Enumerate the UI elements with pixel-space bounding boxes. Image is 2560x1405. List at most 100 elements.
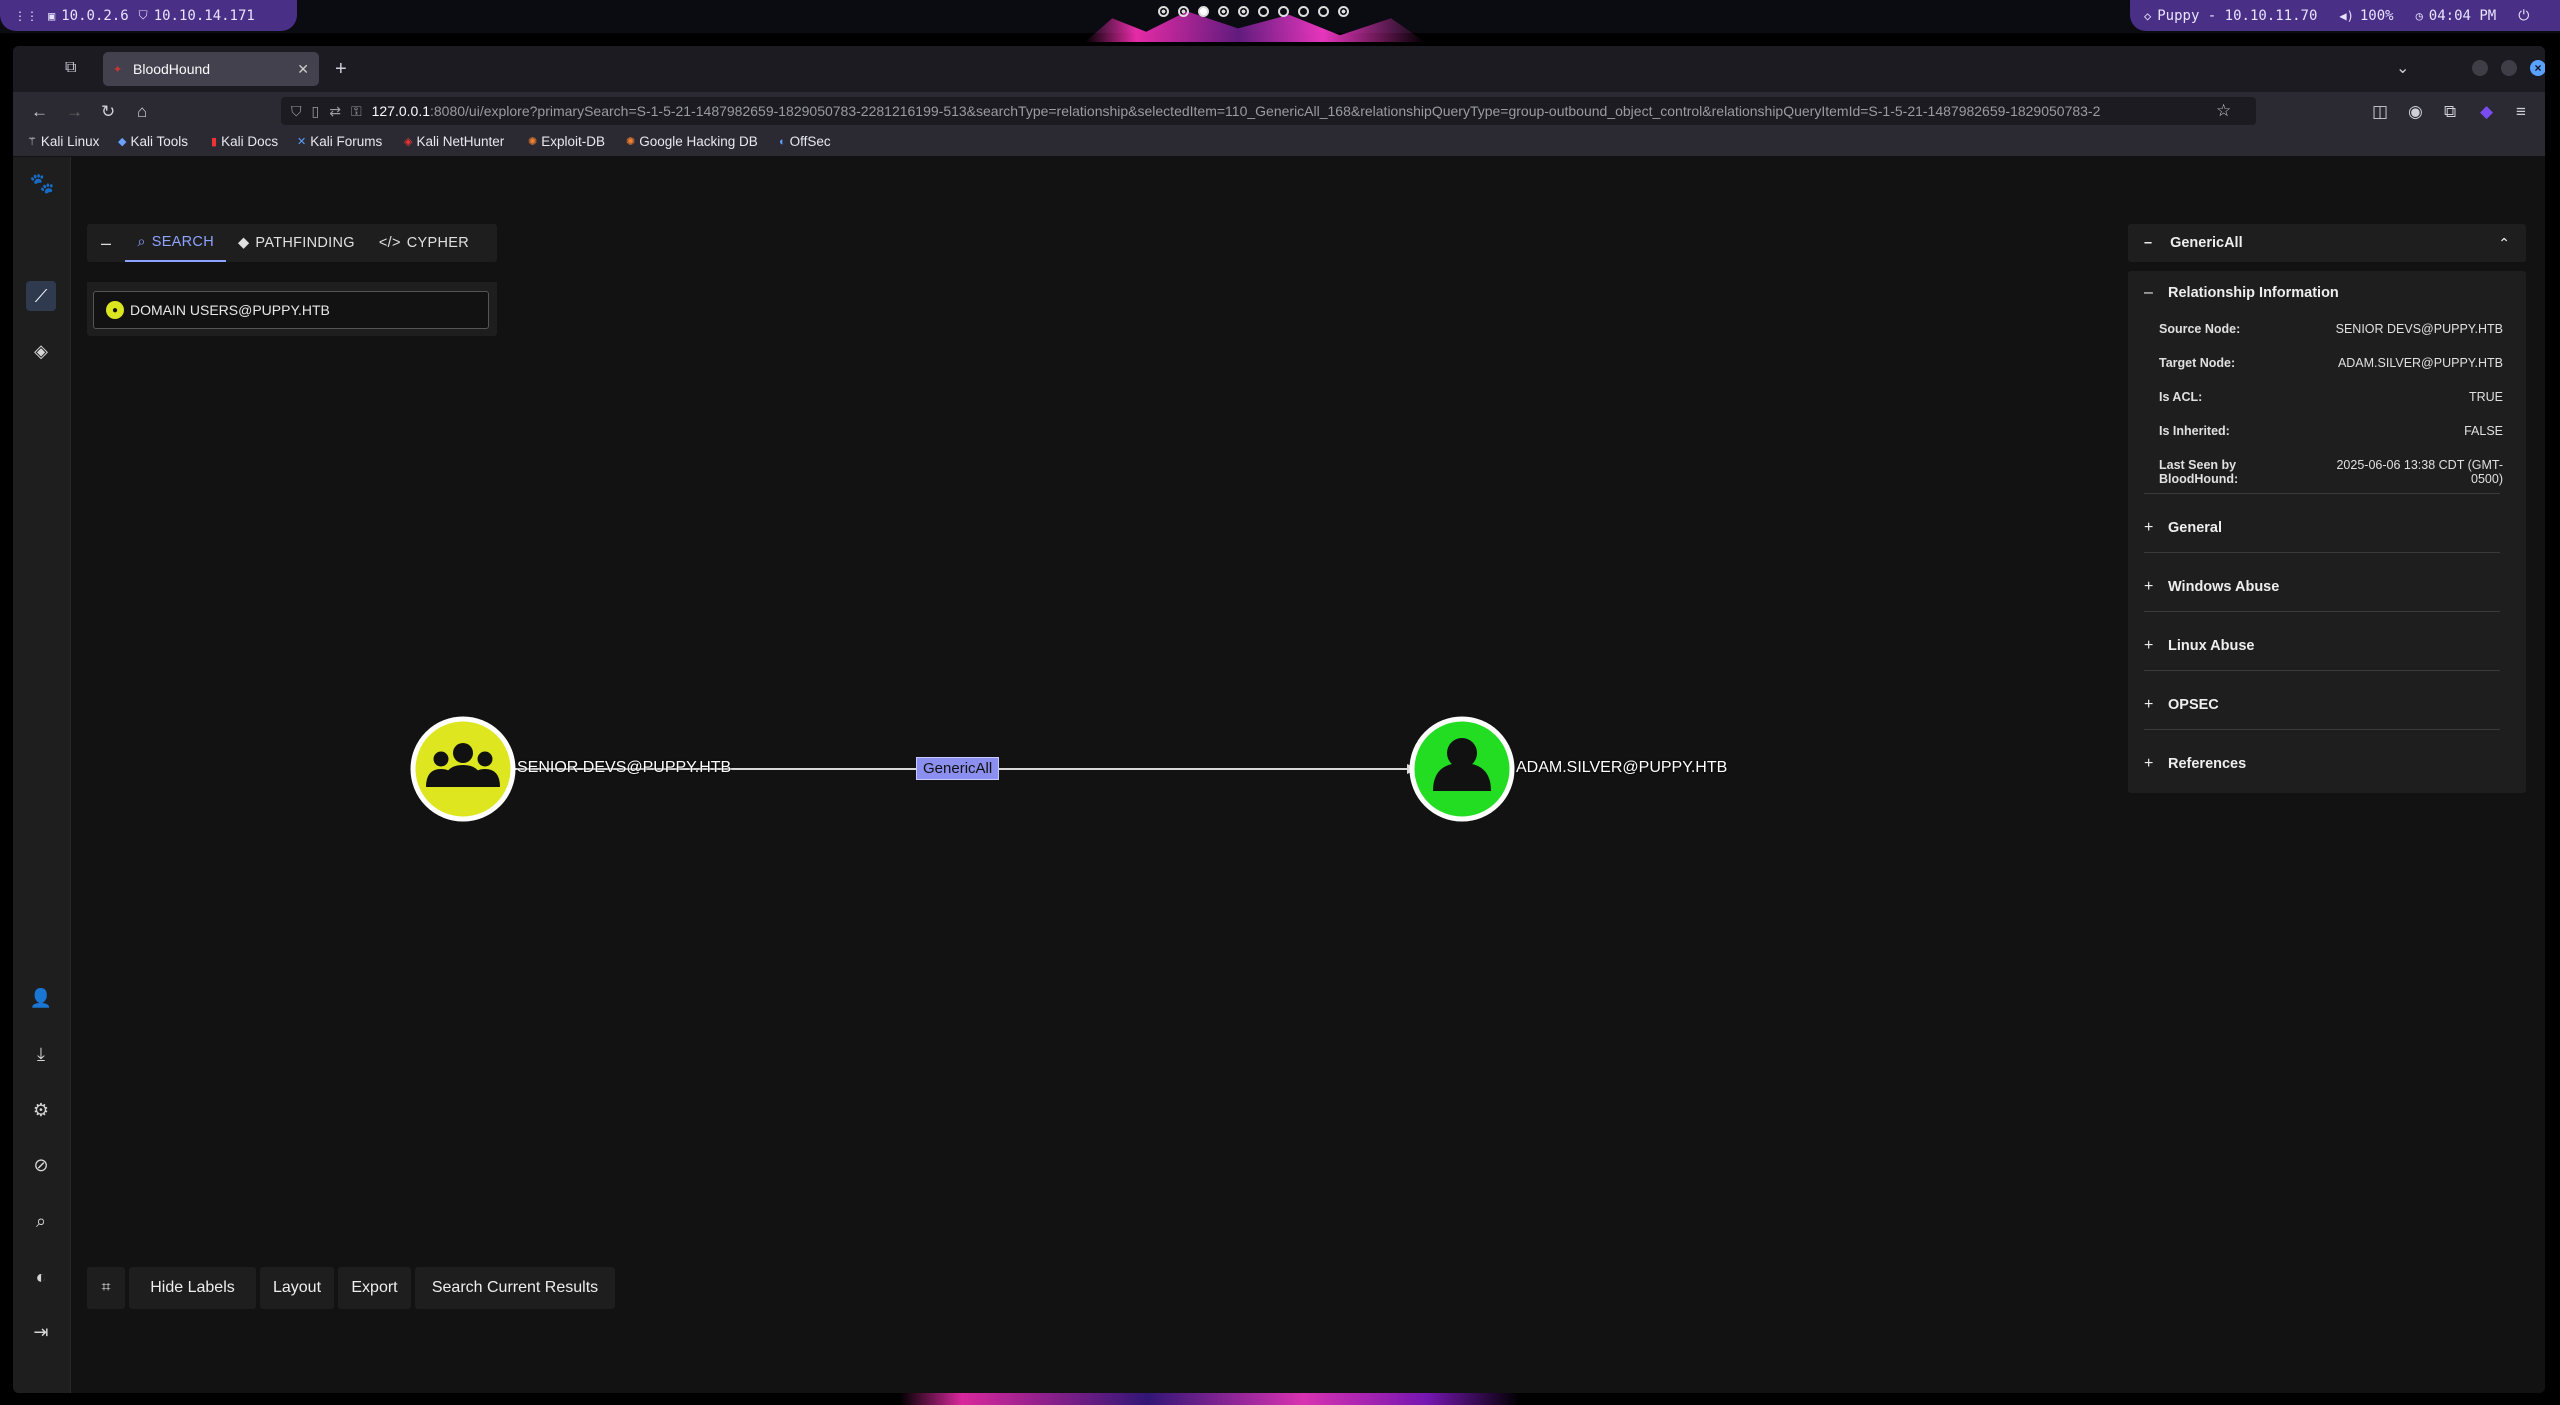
extensions-icon[interactable]: ⧉: [2444, 102, 2456, 122]
source-node-label[interactable]: SENIOR DEVS@PUPPY.HTB: [517, 759, 731, 777]
administration-icon[interactable]: ⚙: [26, 1095, 56, 1125]
minus-icon: –: [2144, 284, 2153, 301]
bloodhound-app: SENIOR DEVS@PUPPY.HTB ADAM.SILVER@PUPPY.…: [13, 157, 2545, 1393]
apps-grid-icon[interactable]: ⋮⋮: [14, 9, 38, 23]
bookmarks-toolbar: ⚚ Kali Linux ◆ Kali Tools ▮ Kali Docs ✕ Kali…: [13, 130, 2545, 157]
node-search-input[interactable]: ● DOMAIN USERS@PUPPY.HTB: [93, 291, 489, 329]
tab-overview-icon[interactable]: ⧉: [65, 59, 76, 77]
workspace-10[interactable]: [1338, 6, 1349, 17]
page-icon: ▯: [311, 102, 320, 119]
close-window-button[interactable]: ×: [2530, 60, 2545, 76]
system-left-pill: ⋮⋮ ▣ 10.0.2.6 ⛉ 10.10.14.171: [0, 0, 297, 31]
collapse-panel-icon[interactable]: –: [2144, 235, 2152, 251]
pocket-icon[interactable]: ◫: [2372, 102, 2388, 122]
bookmark-star-icon[interactable]: ☆: [2216, 101, 2232, 121]
tab-cypher[interactable]: </> CYPHER: [367, 224, 481, 262]
bookmark-offsec[interactable]: ◐ OffSec: [779, 134, 831, 149]
profile-icon[interactable]: 👤: [26, 983, 56, 1013]
workspace-6[interactable]: [1258, 6, 1269, 17]
forward-arrow-icon[interactable]: →: [66, 102, 83, 122]
permissions-icon[interactable]: ⇄: [329, 103, 341, 120]
divider: [2144, 493, 2500, 494]
key-icon[interactable]: ⚿: [351, 103, 362, 120]
kali-dragon-icon: ⚚: [27, 136, 37, 148]
api-explorer-icon[interactable]: ⊘: [26, 1150, 56, 1180]
list-tabs-chevron-icon[interactable]: ⌄: [2396, 58, 2409, 78]
maximize-button[interactable]: [2501, 60, 2517, 76]
bookmark-google-hacking-db[interactable]: ✺ Google Hacking DB: [626, 134, 758, 149]
plus-icon: +: [2144, 755, 2154, 772]
volume[interactable]: ◀) 100%: [2339, 8, 2393, 24]
shield-icon[interactable]: ⛉: [291, 103, 302, 120]
edge-label[interactable]: GenericAll: [916, 757, 1000, 780]
tab-pathfinding[interactable]: ◆ PATHFINDING: [226, 224, 367, 262]
section-windows-abuse[interactable]: + Windows Abuse: [2144, 578, 2514, 596]
chevrons-up-icon[interactable]: ⌃: [2498, 235, 2510, 252]
extension-purple-icon[interactable]: ◆: [2480, 102, 2493, 122]
bookmark-kali-nethunter[interactable]: ◈ Kali NetHunter: [404, 134, 504, 149]
bookmark-kali-tools[interactable]: ◆ Kali Tools: [118, 134, 188, 149]
menu-icon[interactable]: ≡: [2516, 102, 2526, 122]
minimize-button[interactable]: [2472, 60, 2488, 76]
divider: [2144, 552, 2500, 553]
row-source-node: Source Node: SENIOR DEVS@PUPPY.HTB: [2159, 322, 2503, 336]
bloodhound-favicon: ✦: [113, 64, 123, 76]
reload-icon[interactable]: ↻: [101, 102, 115, 122]
workspace-4[interactable]: [1218, 6, 1229, 17]
bookmark-kali-docs[interactable]: ▮ Kali Docs: [211, 134, 278, 149]
home-icon[interactable]: ⌂: [137, 102, 147, 122]
bookmark-kali-forums[interactable]: ✕ Kali Forums: [297, 134, 382, 149]
section-relationship-information[interactable]: – Relationship Information: [2144, 284, 2514, 302]
section-linux-abuse[interactable]: + Linux Abuse: [2144, 637, 2514, 655]
back-arrow-icon[interactable]: ←: [31, 102, 48, 122]
logout-icon[interactable]: ⇥: [26, 1317, 56, 1347]
workspace-2[interactable]: [1178, 6, 1189, 17]
system-right-pill: ◇ Puppy - 10.10.11.70 ◀) 100% ◷ 04:04 PM ⏻: [2130, 0, 2560, 31]
row-is-inherited: Is Inherited: FALSE: [2159, 424, 2503, 438]
export-button[interactable]: Export: [338, 1267, 411, 1309]
download-collectors-icon[interactable]: ⤓: [26, 1039, 56, 1069]
workspace-7[interactable]: [1278, 6, 1289, 17]
offsec-icon: ◐: [779, 135, 786, 148]
url-bar[interactable]: ⛉ ▯ ⇄ ⚿ 127.0.0.1:8080/ui/explore?primar…: [281, 97, 2256, 125]
section-opsec[interactable]: + OPSEC: [2144, 696, 2514, 714]
target-node-label[interactable]: ADAM.SILVER@PUPPY.HTB: [1516, 759, 1727, 777]
explore-icon[interactable]: ⟋: [26, 281, 56, 311]
target-node[interactable]: [1409, 716, 1515, 822]
close-tab-icon[interactable]: ✕: [297, 61, 309, 78]
layout-button[interactable]: Layout: [260, 1267, 334, 1309]
collapse-search-button[interactable]: –: [87, 224, 125, 262]
entity-panel-header: – GenericAll ⌃: [2128, 224, 2526, 262]
docs-icon: ▮: [211, 136, 218, 148]
section-general[interactable]: + General: [2144, 519, 2514, 537]
source-node[interactable]: [410, 716, 516, 822]
explore-tabs: – ⌕ SEARCH ◆ PATHFINDING </> CYPHER: [87, 224, 497, 262]
pathfinding-icon: ◆: [237, 235, 250, 251]
code-icon: </>: [378, 235, 401, 251]
workspace-8[interactable]: [1298, 6, 1309, 17]
nethunter-icon: ◈: [404, 136, 413, 148]
bloodhound-logo-icon[interactable]: 🐾: [25, 171, 59, 197]
bookmark-exploit-db[interactable]: ✺ Exploit-DB: [528, 134, 605, 149]
hide-labels-button[interactable]: Hide Labels: [129, 1267, 256, 1309]
group-management-icon[interactable]: ◈: [26, 336, 56, 366]
workspace-9[interactable]: [1318, 6, 1329, 17]
bookmark-kali-linux[interactable]: ⚚ Kali Linux: [27, 134, 99, 149]
divider: [2144, 670, 2500, 671]
tab-bloodhound[interactable]: ✦ BloodHound ✕: [103, 52, 319, 86]
dark-mode-toggle-icon[interactable]: ◐: [26, 1262, 56, 1292]
monitor-icon: ▣: [48, 8, 56, 23]
tab-strip: ⧉ ✦ BloodHound ✕ + ⌄ ×: [13, 46, 2545, 92]
workspace-3[interactable]: [1198, 6, 1209, 17]
docs-icon[interactable]: ⌕: [26, 1206, 56, 1236]
crop-reset-view-button[interactable]: ⌗: [87, 1267, 125, 1309]
account-icon[interactable]: ◉: [2408, 102, 2423, 122]
left-sidebar: 🐾 ⟋ ◈ 👤 ⤓ ⚙ ⊘ ⌕ ◐ ⇥: [13, 157, 71, 1393]
tab-search[interactable]: ⌕ SEARCH: [125, 224, 226, 262]
power-icon[interactable]: ⏻: [2518, 8, 2529, 24]
workspace-5[interactable]: [1238, 6, 1249, 17]
search-current-results-button[interactable]: Search Current Results: [415, 1267, 615, 1309]
workspace-1[interactable]: [1158, 6, 1169, 17]
section-references[interactable]: + References: [2144, 755, 2514, 773]
new-tab-icon[interactable]: +: [335, 58, 347, 81]
